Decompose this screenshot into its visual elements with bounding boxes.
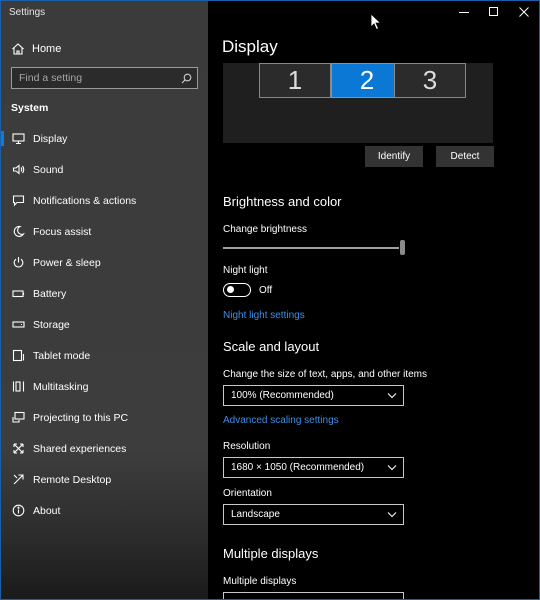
orientation-label: Orientation: [223, 488, 272, 499]
sidebar-item-tablet-mode[interactable]: Tablet mode: [1, 340, 208, 371]
sidebar-item-storage[interactable]: Storage: [1, 309, 208, 340]
sidebar-item-label: Sound: [33, 163, 64, 176]
share-icon: [13, 443, 24, 454]
chevron-down-icon: [387, 393, 397, 399]
monitor-1[interactable]: 1: [259, 63, 331, 98]
sidebar-item-label: Projecting to this PC: [33, 411, 129, 424]
home-icon: [12, 43, 24, 55]
brightness-label: Change brightness: [223, 224, 307, 235]
sidebar-item-label: Shared experiences: [33, 442, 127, 455]
sidebar-item-remote-desktop[interactable]: Remote Desktop: [1, 464, 208, 495]
sidebar-item-label: Remote Desktop: [33, 473, 112, 486]
night-light-toggle[interactable]: [223, 283, 251, 297]
multiple-displays-heading: Multiple displays: [223, 546, 319, 561]
brightness-slider[interactable]: [223, 240, 405, 259]
monitor-3[interactable]: 3: [394, 63, 466, 98]
sidebar-item-sound[interactable]: Sound: [1, 154, 208, 185]
scale-dropdown[interactable]: 100% (Recommended): [223, 385, 404, 406]
chevron-down-icon: [387, 465, 397, 471]
sidebar-item-display[interactable]: Display: [1, 123, 208, 154]
sidebar-nav: Display Sound Notifications & actions Fo…: [1, 123, 208, 526]
close-button[interactable]: [509, 1, 539, 23]
sidebar-item-shared-experiences[interactable]: Shared experiences: [1, 433, 208, 464]
sidebar-item-label: Notifications & actions: [33, 194, 137, 207]
app-title: Settings: [9, 7, 46, 18]
resolution-value: 1680 × 1050 (Recommended): [231, 462, 365, 473]
identify-button[interactable]: Identify: [365, 146, 423, 167]
search-icon[interactable]: [181, 73, 192, 84]
section-heading-system: System: [11, 102, 49, 114]
orientation-dropdown[interactable]: Landscape: [223, 504, 404, 525]
sidebar-item-label: About: [33, 504, 61, 517]
brightness-heading: Brightness and color: [223, 194, 342, 209]
settings-window: Settings Home System Display: [0, 0, 540, 600]
window-caption-buttons: [449, 1, 539, 23]
scale-label: Change the size of text, apps, and other…: [223, 369, 428, 380]
resolution-dropdown[interactable]: 1680 × 1050 (Recommended): [223, 457, 404, 478]
chevron-down-icon: [387, 512, 397, 518]
sidebar-item-label: Battery: [33, 287, 67, 300]
sidebar-item-battery[interactable]: Battery: [1, 278, 208, 309]
sidebar-item-projecting[interactable]: Projecting to this PC: [1, 402, 208, 433]
detect-button[interactable]: Detect: [436, 146, 494, 167]
info-icon: [12, 504, 25, 517]
sidebar-item-label: Tablet mode: [33, 349, 91, 362]
battery-icon: [12, 290, 25, 298]
multiple-displays-dropdown[interactable]: [223, 592, 404, 599]
minimize-button[interactable]: [449, 1, 479, 23]
slider-fill: [223, 247, 399, 249]
scale-value: 100% (Recommended): [231, 390, 334, 401]
remote-icon: [13, 474, 24, 485]
page-title: Display: [222, 37, 278, 56]
speaker-icon: [12, 164, 25, 175]
home-label: Home: [32, 43, 62, 55]
sidebar-item-multitasking[interactable]: Multitasking: [1, 371, 208, 402]
sidebar-item-power-sleep[interactable]: Power & sleep: [1, 247, 208, 278]
resolution-label: Resolution: [223, 441, 271, 452]
monitor-2[interactable]: 2: [331, 63, 403, 98]
tablet-icon: [12, 349, 25, 362]
slider-thumb[interactable]: [400, 240, 405, 255]
moon-icon: [13, 225, 25, 237]
sidebar-item-label: Power & sleep: [33, 256, 101, 269]
power-icon: [13, 257, 24, 268]
maximize-button[interactable]: [479, 1, 509, 23]
storage-icon: [12, 321, 25, 328]
projector-icon: [12, 411, 25, 423]
sidebar-item-about[interactable]: About: [1, 495, 208, 526]
minimize-icon: [459, 12, 469, 13]
close-icon: [519, 7, 529, 17]
night-light-state: Off: [259, 285, 273, 296]
sidebar-item-label: Storage: [33, 318, 70, 331]
monitor-icon: [12, 133, 25, 145]
home-link[interactable]: Home: [11, 41, 61, 57]
sidebar-item-label: Focus assist: [33, 225, 92, 238]
night-light-settings-link[interactable]: Night light settings: [223, 310, 305, 321]
sidebar-item-label: Multitasking: [33, 380, 89, 393]
search-input[interactable]: [12, 68, 177, 88]
night-light-label: Night light: [223, 265, 268, 276]
multiple-displays-label: Multiple displays: [223, 576, 297, 587]
sidebar-item-notifications[interactable]: Notifications & actions: [1, 185, 208, 216]
search-box[interactable]: [11, 67, 198, 89]
sidebar-item-label: Display: [33, 132, 68, 145]
toggle-knob: [227, 286, 234, 293]
display-settings-panel: Display 1 2 3 Identify Detect Brightness…: [208, 1, 539, 599]
monitor-arrangement[interactable]: 1 2 3: [223, 63, 493, 143]
maximize-icon: [489, 7, 498, 16]
mouse-cursor-icon: [370, 13, 382, 31]
multitasking-icon: [12, 381, 25, 392]
sidebar-item-focus-assist[interactable]: Focus assist: [1, 216, 208, 247]
orientation-value: Landscape: [231, 509, 280, 520]
advanced-scaling-link[interactable]: Advanced scaling settings: [223, 415, 339, 426]
sidebar: Settings Home System Display: [1, 1, 208, 599]
message-icon: [12, 195, 25, 207]
scale-heading: Scale and layout: [223, 339, 320, 354]
